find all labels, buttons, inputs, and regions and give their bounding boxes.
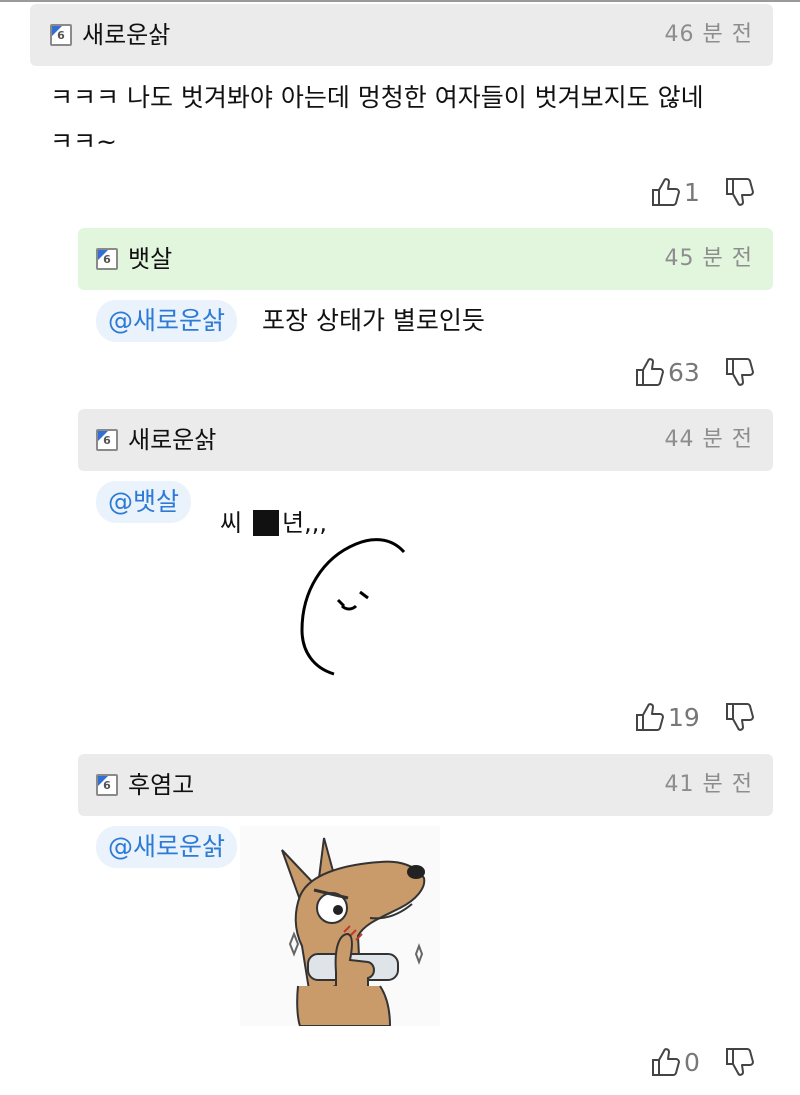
thumbs-up-icon[interactable] [650,1046,680,1078]
like-count: 0 [684,1048,700,1077]
thumbs-up-icon[interactable] [634,701,664,733]
comment-username[interactable]: 후염고 [128,768,194,802]
vote-bar: 1 [650,176,780,210]
vote-bar: 0 [650,1046,780,1080]
like-count: 63 [668,358,700,387]
level-icon: 6 [50,24,72,46]
comment-header: 6 뱃살 45 분 전 [78,228,773,290]
like-count: 19 [668,703,700,732]
comment-username[interactable]: 뱃살 [128,242,172,276]
dog-drawing [240,826,440,1027]
comment-timestamp: 44 분 전 [664,427,753,452]
comment-username[interactable]: 새로운삵 [82,18,170,52]
top-divider [0,0,800,2]
comment-text: ㅋㅋㅋ 나도 벗겨봐야 아는데 멍청한 여자들이 벗겨보지도 않네 ㅋㅋ~ [50,83,704,156]
comment-timestamp: 46 분 전 [664,22,753,47]
thumbs-down-icon[interactable] [724,1046,754,1078]
level-icon: 6 [96,429,118,451]
thumbs-down-icon[interactable] [724,176,754,208]
face-drawing [300,538,406,676]
comment-timestamp: 45 분 전 [664,246,753,271]
level-icon: 6 [96,774,118,796]
mention-tag[interactable]: @뱃살 [96,481,192,523]
comment-text: 포장 상태가 별로인듯 [262,306,485,335]
mention-tag[interactable]: @새로운삵 [96,826,238,868]
thumbs-down-icon[interactable] [724,356,754,388]
like-count: 1 [684,178,700,207]
thumbs-up-icon[interactable] [650,176,680,208]
dog-sticker [240,826,440,1027]
thumbs-up-icon[interactable] [634,356,664,388]
vote-bar: 19 [634,701,780,735]
face-sticker: 씨 년,,, [210,500,420,685]
comment-timestamp: 41 분 전 [664,772,753,797]
comment-header: 6 후염고 41 분 전 [78,754,773,816]
vote-bar: 63 [634,356,780,390]
mention-tag[interactable]: @새로운삵 [96,300,238,342]
comment-header: 6 새로운삵 46 분 전 [30,4,773,66]
comment-username[interactable]: 새로운삵 [128,423,216,457]
level-icon: 6 [96,248,118,270]
comment-header: 6 새로운삵 44 분 전 [78,409,773,471]
thumbs-down-icon[interactable] [724,701,754,733]
